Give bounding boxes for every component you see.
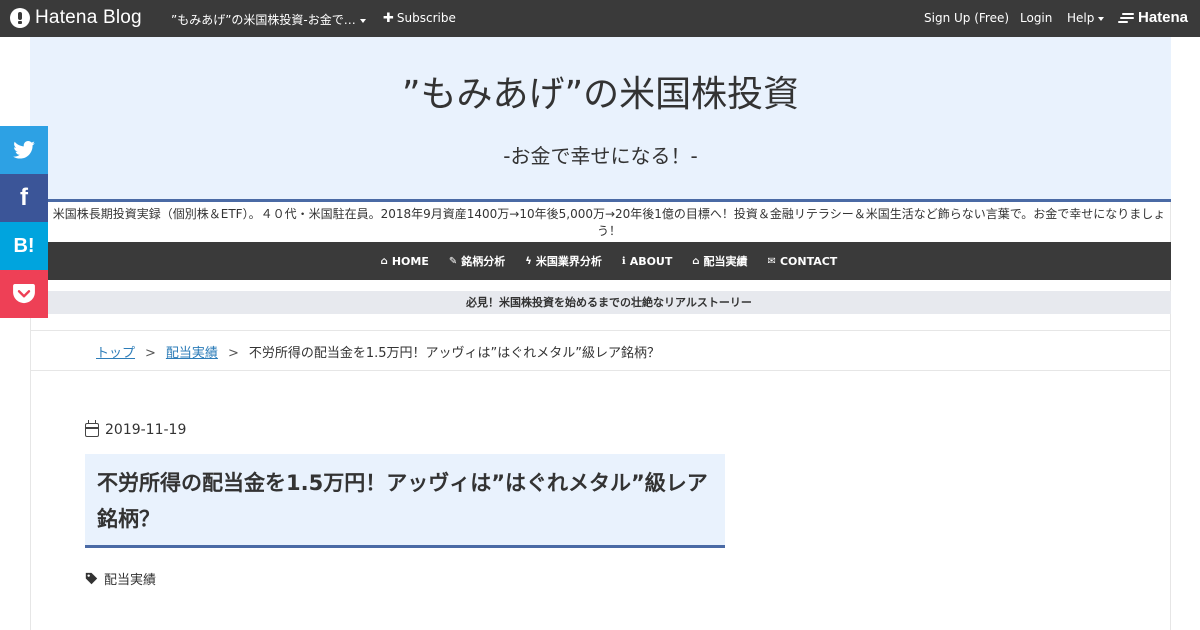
- hatena-blog-logo[interactable]: Hatena Blog: [10, 7, 142, 29]
- caret-down-icon: [1098, 16, 1105, 21]
- site-title[interactable]: ”もみあげ”の米国株投資: [30, 65, 1171, 117]
- wrench-icon: ✎: [448, 255, 458, 267]
- twitter-share-button[interactable]: [0, 126, 48, 174]
- nav-label: 銘柄分析: [461, 255, 506, 268]
- notice-banner-link[interactable]: 必見！米国株投資を始めるまでの壮絶なリアルストーリー: [47, 291, 1171, 314]
- hatena-logo-icon: [1118, 12, 1134, 23]
- nav-contact[interactable]: ✉ CONTACT: [768, 255, 838, 268]
- hatena-logo-text: Hatena: [1138, 9, 1189, 26]
- category-label: 配当実績: [104, 573, 157, 588]
- hatena-logo[interactable]: Hatena: [1118, 9, 1188, 26]
- twitter-icon: [13, 141, 35, 159]
- plus-icon: ✚: [383, 11, 394, 26]
- breadcrumb-separator: >: [145, 346, 156, 361]
- article-title-box: 不労所得の配当金を1.5万円！アッヴィは”はぐれメタル”級レア銘柄？: [85, 454, 725, 548]
- home-icon: ⌂: [380, 255, 388, 267]
- hatena-topbar: Hatena Blog ”もみあげ”の米国株投資-お金で… ✚ Subscribe…: [0, 0, 1200, 37]
- help-dropdown[interactable]: Help: [1067, 11, 1105, 25]
- breadcrumb-separator: >: [227, 346, 239, 361]
- blog-title-dropdown[interactable]: ”もみあげ”の米国株投資-お金で…: [171, 11, 366, 28]
- info-icon: ℹ: [621, 255, 626, 267]
- nav-home[interactable]: ⌂ HOME: [381, 255, 429, 268]
- envelope-icon: ✉: [767, 255, 776, 267]
- global-nav: ⌂ HOME ✎ 銘柄分析 ϟ 米国業界分析 ℹ ABOUT ⌂ 配当実績 ✉ CONTAC…: [47, 242, 1171, 280]
- hatena-blog-logo-icon: [10, 8, 30, 28]
- article-category[interactable]: 配当実績: [85, 569, 156, 588]
- subscribe-button[interactable]: ✚ Subscribe: [383, 11, 456, 26]
- bolt-icon: ϟ: [525, 255, 532, 267]
- nav-about[interactable]: ℹ ABOUT: [622, 255, 673, 268]
- site-subtitle: -お金で幸せになる！-: [503, 144, 698, 168]
- breadcrumb: トップ > 配当実績 > 不労所得の配当金を1.5万円！アッヴィは”はぐれメタル”級レア…: [96, 342, 660, 361]
- help-label: Help: [1067, 11, 1095, 25]
- pocket-icon: [13, 284, 35, 304]
- logo-text: Hatena Blog: [35, 7, 142, 28]
- hatena-bookmark-share-button[interactable]: B!: [0, 222, 48, 270]
- signup-link[interactable]: Sign Up (Free): [924, 11, 1009, 25]
- facebook-icon: f: [20, 184, 28, 211]
- nav-dividend-results[interactable]: ⌂ 配当実績: [692, 253, 747, 269]
- caret-down-icon: [359, 18, 366, 23]
- date-label: 2019-11-19: [105, 422, 187, 438]
- article-title[interactable]: 不労所得の配当金を1.5万円！アッヴィは”はぐれメタル”級レア銘柄？: [97, 465, 713, 537]
- subscribe-label: Subscribe: [396, 11, 456, 25]
- nav-label: HOME: [391, 254, 429, 268]
- tag-icon: [85, 572, 98, 585]
- login-link[interactable]: Login: [1020, 11, 1052, 25]
- nav-stock-analysis[interactable]: ✎ 銘柄分析: [449, 253, 505, 269]
- blog-title-label: ”もみあげ”の米国株投資-お金で…: [171, 13, 356, 27]
- breadcrumb-current: 不労所得の配当金を1.5万円！アッヴィは”はぐれメタル”級レア銘柄？: [248, 346, 660, 361]
- breadcrumb-top-link[interactable]: トップ: [96, 346, 135, 361]
- blog-header: ”もみあげ”の米国株投資 -お金で幸せになる！-: [30, 37, 1171, 200]
- nav-label: ABOUT: [629, 254, 673, 268]
- header-divider: [47, 199, 1171, 202]
- graduation-cap-icon: ⌂: [692, 255, 700, 267]
- nav-label: CONTACT: [779, 254, 838, 268]
- facebook-share-button[interactable]: f: [0, 174, 48, 222]
- nav-label: 米国業界分析: [535, 255, 602, 268]
- nav-industry-analysis[interactable]: ϟ 米国業界分析: [525, 253, 602, 269]
- pocket-share-button[interactable]: [0, 270, 48, 318]
- article-date[interactable]: 2019-11-19: [85, 420, 187, 438]
- hatena-bookmark-icon: B!: [13, 234, 35, 257]
- nav-label: 配当実績: [703, 255, 748, 268]
- breadcrumb-category-link[interactable]: 配当実績: [166, 346, 218, 361]
- blog-description: 米国株長期投資実録（個別株＆ETF）。４０代・米国駐在員。2018年9月資産14…: [52, 207, 1166, 238]
- calendar-icon: [85, 420, 99, 437]
